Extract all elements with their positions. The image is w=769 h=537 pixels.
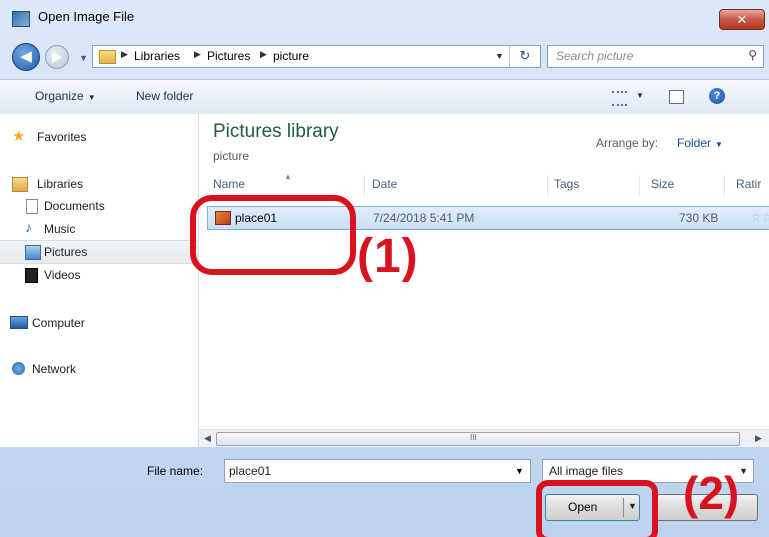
libraries-icon: [12, 177, 28, 192]
navigation-pane: ★ Favorites Libraries Documents ♪ Music …: [0, 114, 199, 447]
music-note-icon: ♪: [25, 219, 32, 235]
arrange-by-dropdown[interactable]: Folder ▼: [677, 136, 723, 150]
recent-locations-dropdown[interactable]: ▼: [79, 53, 88, 63]
file-name-input[interactable]: place01 ▼: [224, 459, 531, 483]
back-button[interactable]: ◀: [12, 43, 40, 71]
file-type-value: All image files: [549, 464, 624, 478]
organize-button[interactable]: Organize ▼: [35, 89, 96, 103]
scroll-grip: III: [470, 433, 477, 442]
breadcrumb-libraries[interactable]: Libraries: [134, 49, 180, 63]
pictures-icon: [25, 245, 41, 260]
sidebar-item-music[interactable]: ♪ Music: [0, 218, 198, 240]
new-folder-button[interactable]: New folder: [136, 89, 193, 103]
file-list-pane: Pictures library picture Arrange by: Fol…: [199, 114, 769, 447]
sidebar-item-videos[interactable]: Videos: [0, 264, 198, 286]
annotation-label-2: (2): [683, 467, 740, 519]
sidebar-label: Computer: [32, 316, 85, 330]
close-button[interactable]: ✕: [719, 9, 765, 30]
breadcrumb-picture[interactable]: picture: [273, 49, 309, 63]
sidebar-label: Videos: [44, 268, 81, 282]
file-date: 7/24/2018 5:41 PM: [373, 211, 475, 225]
scroll-thumb[interactable]: III: [216, 432, 740, 446]
annotation-highlight-2: [536, 480, 658, 537]
scroll-left-icon[interactable]: ◀: [204, 433, 211, 444]
file-name-value: place01: [229, 464, 272, 478]
sidebar-item-computer[interactable]: Computer: [0, 312, 198, 334]
sidebar-item-libraries[interactable]: Libraries: [0, 173, 198, 195]
column-divider[interactable]: [639, 175, 640, 197]
chevron-down-icon: ▼: [739, 466, 748, 476]
file-name-label: File name:: [147, 464, 204, 478]
scroll-right-icon[interactable]: ▶: [755, 433, 762, 444]
annotation-highlight-1: [190, 195, 356, 275]
address-bar[interactable]: ▶ Libraries ▶ Pictures ▶ picture ▼ ↻: [92, 45, 541, 68]
chevron-down-icon: ▼: [715, 140, 723, 149]
command-bar: Organize ▼ New folder ▼ ?: [0, 79, 769, 115]
search-placeholder: Search picture: [556, 49, 634, 63]
sidebar-label: Libraries: [37, 177, 84, 191]
arrange-by-label: Arrange by:: [596, 136, 659, 150]
change-view-icon[interactable]: [612, 91, 627, 106]
breadcrumb-pictures[interactable]: Pictures: [207, 49, 250, 63]
sidebar-item-documents[interactable]: Documents: [0, 195, 198, 217]
address-dropdown[interactable]: ▼: [495, 51, 504, 61]
search-input[interactable]: Search picture ⚲: [547, 45, 764, 68]
file-size: 730 KB: [679, 211, 719, 225]
column-divider[interactable]: [364, 175, 365, 197]
organize-label: Organize: [35, 89, 84, 103]
view-options-dropdown[interactable]: ▼: [636, 91, 644, 100]
preview-pane-icon[interactable]: [669, 90, 684, 104]
library-title: Pictures library: [213, 121, 339, 142]
chevron-right-icon: ▶: [121, 49, 128, 59]
column-header-size[interactable]: Size: [651, 177, 674, 198]
open-image-dialog: Open Image File ✕ ◀ ▶ ▼ ▶ Libraries ▶ Pi…: [0, 0, 769, 537]
search-icon: ⚲: [748, 48, 757, 62]
annotation-label-1: (1): [357, 230, 419, 283]
window-title: Open Image File: [38, 9, 135, 24]
chevron-down-icon: ▼: [87, 93, 96, 102]
sidebar-item-pictures[interactable]: Pictures: [0, 240, 198, 264]
horizontal-scrollbar[interactable]: ◀ III ▶: [199, 429, 769, 447]
sidebar-label: Favorites: [37, 130, 87, 144]
column-divider[interactable]: [724, 175, 725, 197]
chevron-down-icon[interactable]: ▼: [515, 466, 524, 476]
column-header-date[interactable]: Date: [372, 177, 397, 198]
sidebar-label: Documents: [44, 199, 105, 213]
column-header-rating[interactable]: Ratir: [736, 177, 761, 198]
document-icon: [26, 199, 38, 214]
chevron-right-icon: ▶: [194, 49, 201, 59]
library-subtitle: picture: [213, 149, 250, 163]
computer-icon: [10, 316, 28, 329]
sort-ascending-icon: ▲: [284, 172, 292, 181]
network-icon: [12, 362, 25, 375]
sidebar-label: Network: [32, 362, 77, 376]
sidebar-label: Music: [44, 222, 76, 236]
address-row: ◀ ▶ ▼ ▶ Libraries ▶ Pictures ▶ picture ▼…: [0, 40, 769, 74]
refresh-button[interactable]: ↻: [509, 46, 540, 67]
forward-button[interactable]: ▶: [45, 45, 69, 69]
title-bar: Open Image File ✕: [0, 0, 769, 38]
column-divider[interactable]: [547, 175, 548, 197]
column-header-tags[interactable]: Tags: [554, 177, 579, 198]
sidebar-item-network[interactable]: Network: [0, 358, 198, 380]
help-icon[interactable]: ?: [709, 88, 725, 104]
rating-stars[interactable]: ☆☆: [751, 210, 769, 224]
chevron-right-icon: ▶: [260, 49, 267, 59]
arrange-by-value: Folder: [677, 136, 712, 150]
sidebar-label: Pictures: [44, 245, 88, 259]
sidebar-item-favorites[interactable]: ★ Favorites: [0, 126, 198, 148]
app-icon: [12, 11, 30, 27]
film-icon: [25, 268, 38, 283]
folder-icon: [99, 50, 116, 64]
star-icon: ★: [12, 128, 26, 145]
